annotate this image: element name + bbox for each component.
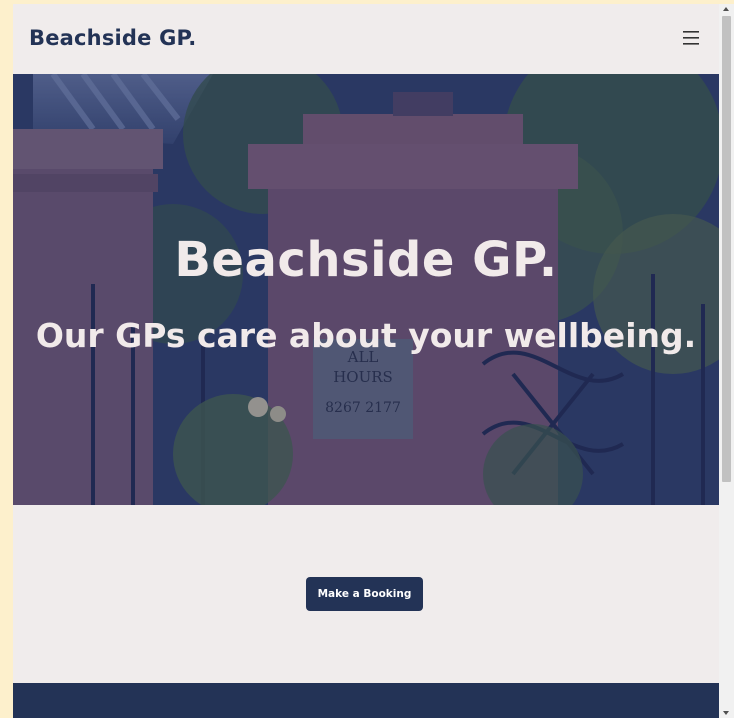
page: Beachside GP. ALL HOURS 8267 2177 Beachs… [13, 4, 719, 718]
hero-title: Beachside GP. [174, 232, 558, 288]
scrollbar-thumb[interactable] [722, 16, 731, 482]
hamburger-menu-icon[interactable] [681, 28, 701, 48]
footer-band [13, 683, 719, 718]
brand-logo[interactable]: Beachside GP. [29, 26, 196, 50]
navbar: Beachside GP. [13, 4, 719, 74]
vertical-scrollbar[interactable] [719, 4, 734, 718]
hero-background-image: ALL HOURS 8267 2177 [13, 74, 719, 505]
hero-banner: ALL HOURS 8267 2177 Beachside GP. Our GP… [13, 74, 719, 505]
hero-subtitle: Our GPs care about your wellbeing. [35, 316, 697, 355]
make-booking-button[interactable]: Make a Booking [306, 577, 423, 611]
scroll-up-arrow-icon[interactable] [723, 7, 729, 11]
scroll-down-arrow-icon[interactable] [723, 711, 729, 715]
